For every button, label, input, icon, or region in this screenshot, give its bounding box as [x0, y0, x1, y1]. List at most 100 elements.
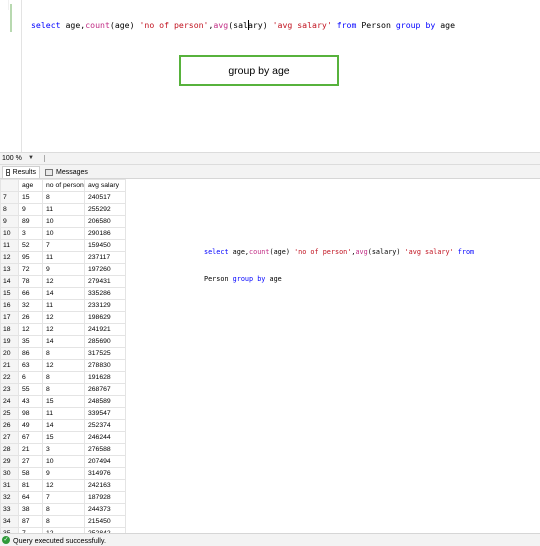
avg-salary-cell[interactable]: 314976	[84, 467, 126, 480]
no-of-person-cell[interactable]: 11	[42, 251, 85, 264]
avg-salary-cell[interactable]: 339547	[84, 407, 126, 420]
table-row[interactable]: 26 49 14 252374	[0, 419, 126, 432]
avg-salary-cell[interactable]: 335286	[84, 287, 126, 300]
row-number-cell[interactable]: 21	[0, 359, 19, 372]
no-of-person-cell[interactable]: 15	[42, 395, 85, 408]
no-of-person-cell[interactable]: 11	[42, 299, 85, 312]
avg-salary-cell[interactable]: 268767	[84, 383, 126, 396]
age-cell[interactable]: 78	[18, 275, 43, 288]
zoom-level[interactable]: 100 %	[2, 153, 22, 164]
row-number-cell[interactable]: 20	[0, 347, 19, 360]
table-row[interactable]: 32 64 7 187928	[0, 491, 126, 504]
avg-salary-cell[interactable]: 255292	[84, 203, 126, 216]
table-row[interactable]: 25 98 11 339547	[0, 407, 126, 420]
no-of-person-cell[interactable]: 8	[42, 515, 85, 528]
row-number-cell[interactable]: 12	[0, 251, 19, 264]
no-of-person-cell[interactable]: 8	[42, 383, 85, 396]
avg-salary-cell[interactable]: 290186	[84, 227, 126, 240]
age-cell[interactable]: 64	[18, 491, 43, 504]
row-number-cell[interactable]: 30	[0, 467, 19, 480]
table-row[interactable]: 17 26 12 198629	[0, 311, 126, 324]
chevron-down-icon[interactable]: ▼	[28, 153, 34, 164]
avg-salary-cell[interactable]: 191628	[84, 371, 126, 384]
row-number-cell[interactable]: 8	[0, 203, 19, 216]
column-header-avg-salary[interactable]: avg salary	[84, 179, 126, 192]
row-number-cell[interactable]: 28	[0, 443, 19, 456]
table-row[interactable]: 33 38 8 244373	[0, 503, 126, 516]
row-number-cell[interactable]: 16	[0, 299, 19, 312]
no-of-person-cell[interactable]: 9	[42, 467, 85, 480]
column-header-age[interactable]: age	[18, 179, 43, 192]
no-of-person-cell[interactable]: 15	[42, 431, 85, 444]
no-of-person-cell[interactable]: 14	[42, 287, 85, 300]
table-row[interactable]: 27 67 15 246244	[0, 431, 126, 444]
age-cell[interactable]: 49	[18, 419, 43, 432]
no-of-person-cell[interactable]: 8	[42, 371, 85, 384]
avg-salary-cell[interactable]: 159450	[84, 239, 126, 252]
row-number-header[interactable]	[0, 179, 19, 192]
avg-salary-cell[interactable]: 207494	[84, 455, 126, 468]
row-number-cell[interactable]: 26	[0, 419, 19, 432]
no-of-person-cell[interactable]: 9	[42, 263, 85, 276]
no-of-person-cell[interactable]: 12	[42, 275, 85, 288]
age-cell[interactable]: 95	[18, 251, 43, 264]
avg-salary-cell[interactable]: 241921	[84, 323, 126, 336]
table-row[interactable]: 31 81 12 242163	[0, 479, 126, 492]
avg-salary-cell[interactable]: 244373	[84, 503, 126, 516]
table-row[interactable]: 19 35 14 285690	[0, 335, 126, 348]
age-cell[interactable]: 38	[18, 503, 43, 516]
avg-salary-cell[interactable]: 317525	[84, 347, 126, 360]
avg-salary-cell[interactable]: 248589	[84, 395, 126, 408]
row-number-cell[interactable]: 17	[0, 311, 19, 324]
no-of-person-cell[interactable]: 10	[42, 227, 85, 240]
age-cell[interactable]: 63	[18, 359, 43, 372]
avg-salary-cell[interactable]: 187928	[84, 491, 126, 504]
age-cell[interactable]: 58	[18, 467, 43, 480]
row-number-cell[interactable]: 33	[0, 503, 19, 516]
no-of-person-cell[interactable]: 14	[42, 419, 85, 432]
table-row[interactable]: 10 3 10 290186	[0, 227, 126, 240]
table-row[interactable]: 29 27 10 207494	[0, 455, 126, 468]
row-number-cell[interactable]: 23	[0, 383, 19, 396]
table-row[interactable]: 28 21 3 276588	[0, 443, 126, 456]
avg-salary-cell[interactable]: 240517	[84, 191, 126, 204]
age-cell[interactable]: 21	[18, 443, 43, 456]
row-number-cell[interactable]: 29	[0, 455, 19, 468]
no-of-person-cell[interactable]: 10	[42, 455, 85, 468]
age-cell[interactable]: 43	[18, 395, 43, 408]
no-of-person-cell[interactable]: 12	[42, 479, 85, 492]
column-header-no-of-person[interactable]: no of person	[42, 179, 85, 192]
age-cell[interactable]: 3	[18, 227, 43, 240]
age-cell[interactable]: 89	[18, 215, 43, 228]
avg-salary-cell[interactable]: 197260	[84, 263, 126, 276]
row-number-cell[interactable]: 32	[0, 491, 19, 504]
age-cell[interactable]: 86	[18, 347, 43, 360]
no-of-person-cell[interactable]: 7	[42, 239, 85, 252]
row-number-cell[interactable]: 9	[0, 215, 19, 228]
avg-salary-cell[interactable]: 233129	[84, 299, 126, 312]
table-row[interactable]: 24 43 15 248589	[0, 395, 126, 408]
no-of-person-cell[interactable]: 14	[42, 335, 85, 348]
table-row[interactable]: 18 12 12 241921	[0, 323, 126, 336]
age-cell[interactable]: 55	[18, 383, 43, 396]
avg-salary-cell[interactable]: 237117	[84, 251, 126, 264]
avg-salary-cell[interactable]: 206580	[84, 215, 126, 228]
age-cell[interactable]: 12	[18, 323, 43, 336]
tab-results[interactable]: Results	[2, 166, 40, 178]
results-grid[interactable]: age no of person avg salary 7 15 8 240517 8 9…	[0, 179, 126, 533]
age-cell[interactable]: 52	[18, 239, 43, 252]
avg-salary-cell[interactable]: 215450	[84, 515, 126, 528]
row-number-cell[interactable]: 25	[0, 407, 19, 420]
query-editor[interactable]: select age,count(age) 'no of person',avg…	[0, 0, 540, 152]
row-number-cell[interactable]: 11	[0, 239, 19, 252]
no-of-person-cell[interactable]: 8	[42, 347, 85, 360]
no-of-person-cell[interactable]: 3	[42, 443, 85, 456]
avg-salary-cell[interactable]: 198629	[84, 311, 126, 324]
table-row[interactable]: 8 9 11 255292	[0, 203, 126, 216]
row-number-cell[interactable]: 27	[0, 431, 19, 444]
age-cell[interactable]: 81	[18, 479, 43, 492]
row-number-cell[interactable]: 10	[0, 227, 19, 240]
row-number-cell[interactable]: 34	[0, 515, 19, 528]
no-of-person-cell[interactable]: 12	[42, 323, 85, 336]
age-cell[interactable]: 15	[18, 191, 43, 204]
